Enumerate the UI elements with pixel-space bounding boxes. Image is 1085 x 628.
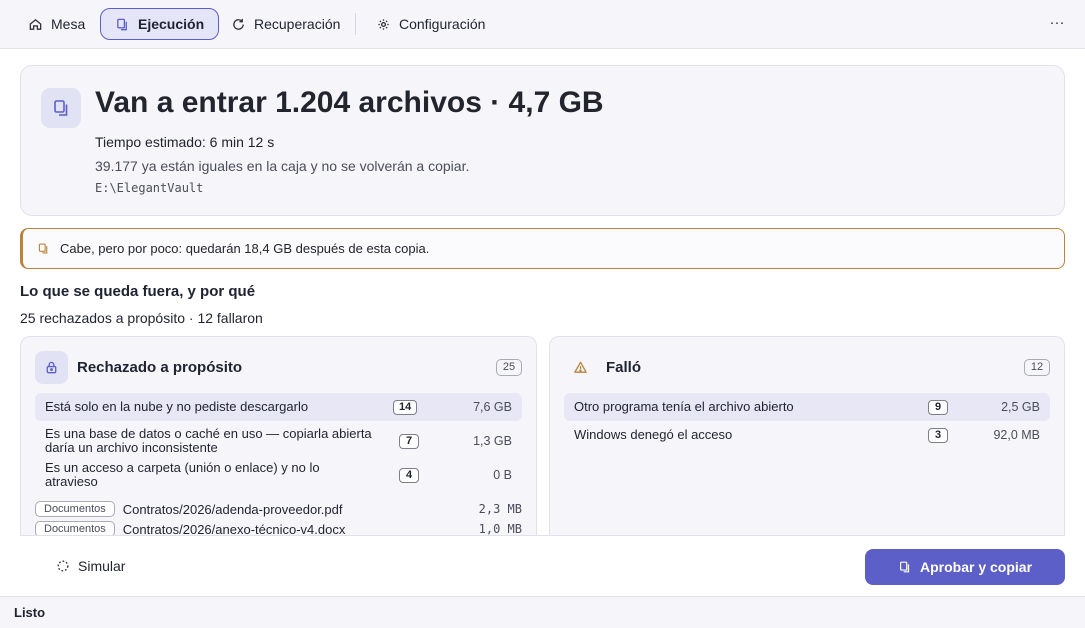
copy-summary-card: Van a entrar 1.204 archivos · 4,7 GB Tie… (20, 65, 1065, 216)
reason-size: 0 B (493, 468, 512, 482)
reason-size: 7,6 GB (473, 400, 512, 414)
tab-ejecucion[interactable]: Ejecución (100, 8, 220, 40)
action-bar: Simular Aprobar y copiar (20, 535, 1065, 596)
tab-configuracion[interactable]: Configuración (362, 8, 499, 40)
reason-size: 2,5 GB (1001, 400, 1040, 414)
folder-tag: Documentos (35, 521, 115, 536)
count-badge: 7 (399, 433, 419, 449)
count-badge: 4 (399, 467, 419, 483)
excluded-summary: 25 rechazados a propósito · 12 fallaron (20, 310, 263, 326)
more-menu-button[interactable]: ··· (1044, 12, 1070, 36)
tab-label: Configuración (399, 16, 486, 32)
file-row[interactable]: Documentos Contratos/2026/adenda-proveed… (35, 499, 522, 519)
top-nav: Mesa Ejecución Recuperación Configuració… (0, 0, 1085, 49)
warning-icon (564, 351, 597, 384)
excluded-section-title: Lo que se queda fuera, y por qué (20, 283, 256, 300)
count-badge: 25 (496, 359, 522, 376)
status-bar: Listo (0, 596, 1085, 628)
failed-panel: Falló 12 Otro programa tenía el archivo … (549, 336, 1065, 536)
file-row[interactable]: Documentos Contratos/2026/anexo-técnico-… (35, 519, 522, 536)
reason-text: Es un acceso a carpeta (unión o enlace) … (45, 460, 320, 489)
reason-row[interactable]: Otro programa tenía el archivo abierto 9… (564, 393, 1050, 421)
count-badge: 12 (1024, 359, 1050, 376)
tab-label: Ejecución (138, 16, 205, 32)
panel-title: Falló (606, 359, 642, 376)
file-name: Contratos/2026/adenda-proveedor.pdf (122, 501, 343, 517)
spinner-icon (57, 560, 69, 572)
destination-path: E:\ElegantVault (95, 181, 204, 195)
copy-icon (899, 561, 910, 573)
nav-divider (355, 13, 356, 35)
count-badge: 3 (928, 427, 948, 443)
estimated-time: Tiempo estimado: 6 min 12 s (95, 134, 275, 150)
unchanged-files-note: 39.177 ya están iguales en la caja y no … (95, 158, 470, 174)
count-badge: 9 (928, 399, 948, 415)
tab-recuperacion[interactable]: Recuperación (217, 8, 354, 40)
copy-icon (41, 88, 81, 128)
reason-row[interactable]: Es un acceso a carpeta (unión o enlace) … (35, 461, 522, 489)
panel-title: Rechazado a propósito (77, 359, 243, 376)
file-size: 2,3 MB (478, 502, 522, 516)
reason-text: Está solo en la nube y no pediste descar… (45, 399, 309, 414)
tab-mesa[interactable]: Mesa (14, 8, 99, 40)
file-size: 1,0 MB (478, 522, 522, 536)
tab-label: Recuperación (254, 16, 341, 32)
file-name: Contratos/2026/anexo-técnico-v4.docx (122, 521, 346, 537)
space-warning: Cabe, pero por poco: quedarán 18,4 GB de… (20, 228, 1065, 269)
rejected-panel: Rechazado a propósito 25 Está solo en la… (20, 336, 537, 536)
settings-icon (378, 18, 389, 30)
simulate-button[interactable]: Simular (56, 558, 125, 574)
approve-copy-button[interactable]: Aprobar y copiar (865, 549, 1065, 585)
refresh-icon (233, 18, 244, 30)
reason-size: 92,0 MB (993, 428, 1040, 442)
home-icon (29, 18, 42, 30)
reason-text: Windows denegó el acceso (574, 427, 733, 442)
copy-icon (117, 18, 127, 30)
page-title: Van a entrar 1.204 archivos · 4,7 GB (95, 86, 604, 119)
reason-text: Es una base de datos o caché en uso — co… (45, 426, 372, 455)
reason-row[interactable]: Es una base de datos o caché en uso — co… (35, 421, 522, 461)
count-badge: 14 (393, 399, 418, 415)
approve-label: Aprobar y copiar (919, 559, 1033, 575)
folder-tag: Documentos (35, 501, 115, 517)
reason-size: 1,3 GB (473, 434, 512, 448)
lock-icon (35, 351, 68, 384)
warning-text: Cabe, pero por poco: quedarán 18,4 GB de… (60, 241, 430, 256)
tab-label: Mesa (51, 16, 86, 32)
copy-icon (38, 243, 48, 254)
reason-text: Otro programa tenía el archivo abierto (574, 399, 794, 414)
reason-row[interactable]: Windows denegó el acceso 3 92,0 MB (564, 421, 1050, 449)
reason-row[interactable]: Está solo en la nube y no pediste descar… (35, 393, 522, 421)
simulate-label: Simular (78, 558, 126, 574)
